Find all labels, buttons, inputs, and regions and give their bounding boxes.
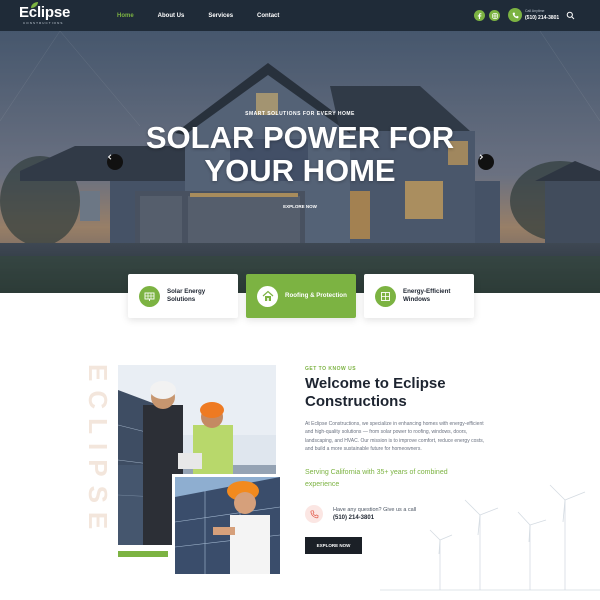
about-body-text: At Eclipse Constructions, we specialize … [305, 421, 485, 453]
logo-word: Eclipse [19, 4, 71, 21]
feature-card-roofing[interactable]: Roofing & Protection [246, 274, 356, 318]
about-eyebrow: GET TO KNOW US [305, 366, 357, 372]
main-nav: Home About Us Services Contact [117, 0, 303, 31]
logo-subtitle: CONSTRUCTIONS [23, 21, 64, 25]
carousel-prev-button[interactable] [107, 154, 123, 170]
feature-card-solar[interactable]: Solar Energy Solutions [128, 274, 238, 318]
window-icon [375, 285, 396, 307]
feature-card-windows[interactable]: Energy-Efficient Windows [364, 274, 474, 318]
house-icon [257, 285, 278, 307]
question-phone[interactable]: (510) 214-3801 [333, 515, 374, 521]
wind-turbines-illustration [380, 484, 600, 591]
site-header: Eclipse CONSTRUCTIONS Home About Us Serv… [0, 0, 600, 31]
phone-call-icon [305, 505, 323, 523]
about-photo-installer [172, 474, 283, 577]
feature-card-label: Solar Energy Solutions [167, 288, 206, 303]
chevron-right-icon [479, 154, 484, 160]
carousel-next-button[interactable] [478, 154, 494, 170]
call-number[interactable]: (510) 214-3801 [525, 15, 559, 21]
accent-bar [118, 551, 168, 557]
logo[interactable]: Eclipse CONSTRUCTIONS [19, 2, 71, 27]
nav-about-us[interactable]: About Us [158, 13, 185, 19]
hero-explore-button[interactable]: EXPLORE NOW [278, 202, 322, 212]
solar-panel-icon [139, 285, 160, 307]
hero-banner: SMART SOLUTIONS FOR EVERY HOME SOLAR POW… [0, 31, 600, 293]
leaf-icon [31, 2, 38, 8]
call-label: Call Anytime [525, 9, 545, 13]
instagram-icon[interactable] [489, 10, 500, 21]
hero-title-line1: SOLAR POWER FOR [145, 120, 455, 155]
search-icon[interactable] [566, 11, 575, 20]
facebook-icon[interactable] [474, 10, 485, 21]
hero-title: SOLAR POWER FOR YOUR HOME [0, 121, 600, 187]
feature-card-label: Roofing & Protection [285, 292, 347, 299]
chevron-left-icon [107, 154, 112, 160]
hero-eyebrow: SMART SOLUTIONS FOR EVERY HOME [245, 111, 355, 117]
nav-home[interactable]: Home [117, 13, 134, 19]
phone-icon[interactable] [508, 8, 522, 22]
vertical-watermark-text: ECLIPSE [83, 364, 113, 539]
about-explore-button[interactable]: EXPLORE NOW [305, 537, 362, 554]
hero-title-line2: YOUR HOME [204, 153, 396, 188]
feature-card-label: Energy-Efficient Windows [403, 288, 451, 303]
nav-services[interactable]: Services [208, 13, 233, 19]
about-title: Welcome to Eclipse Constructions [305, 375, 446, 410]
nav-contact[interactable]: Contact [257, 13, 279, 19]
